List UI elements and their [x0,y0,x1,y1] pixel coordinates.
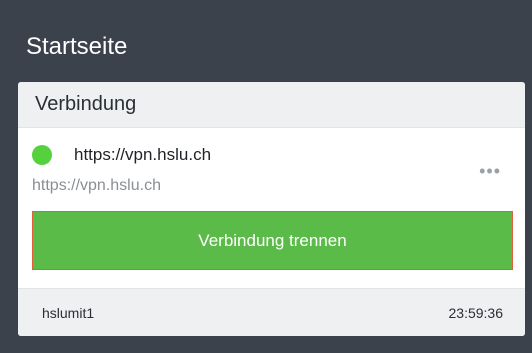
more-options-icon[interactable]: ••• [479,162,501,180]
session-time: 23:59:36 [448,304,504,321]
app-screen: Startseite Verbindung https://vpn.hslu.c… [0,0,532,353]
connection-name: https://vpn.hslu.ch [74,145,212,164]
page-title: Startseite [26,33,128,60]
card-header: Verbindung [18,82,525,128]
connection-url: https://vpn.hslu.ch [32,177,161,194]
connected-status-icon [32,145,52,165]
connection-card: Verbindung https://vpn.hslu.ch https://v… [18,82,525,336]
disconnect-button-label: Verbindung trennen [198,230,347,250]
connection-entry[interactable]: https://vpn.hslu.ch https://vpn.hslu.ch … [18,128,525,288]
card-title: Verbindung [35,93,137,115]
username: hslumit1 [42,304,95,321]
disconnect-button[interactable]: Verbindung trennen [32,211,513,270]
card-footer: hslumit1 23:59:36 [18,288,525,336]
